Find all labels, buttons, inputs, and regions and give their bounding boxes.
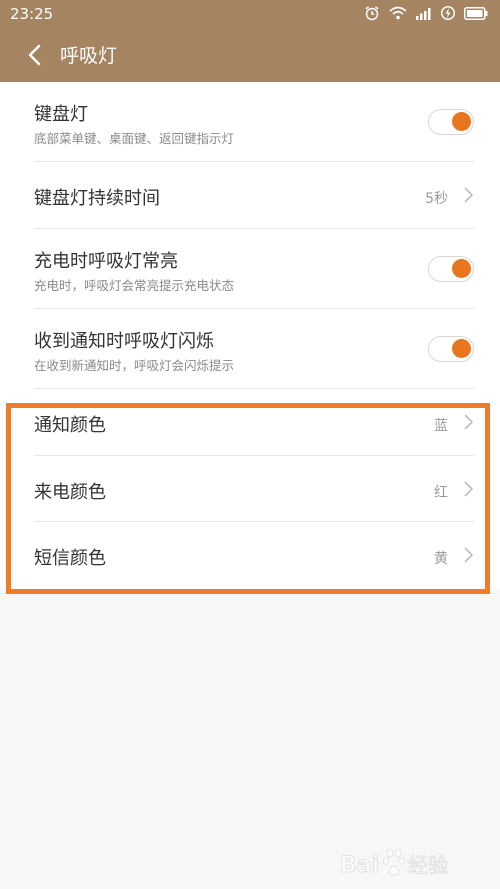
watermark-text: 经验: [408, 853, 448, 877]
app-header: 呼吸灯: [0, 28, 500, 82]
setting-title: 来电颜色: [34, 482, 106, 503]
chevron-right-icon: [462, 413, 474, 431]
chevron-right-icon: [462, 546, 474, 564]
setting-value: 5秒: [425, 191, 448, 207]
alarm-icon: [364, 5, 380, 21]
status-time: 23:25: [10, 5, 54, 23]
setting-value: 黄: [434, 551, 448, 567]
setting-keyboard-light-duration[interactable]: 键盘灯持续时间 5秒: [0, 162, 500, 229]
setting-value: 红: [434, 485, 448, 501]
chevron-right-icon: [462, 480, 474, 498]
wifi-icon: [389, 6, 407, 20]
signal-icon: [416, 6, 432, 20]
setting-charging-light[interactable]: 充电时呼吸灯常亮 充电时，呼吸灯会常亮提示充电状态: [0, 229, 500, 309]
setting-value: 蓝: [434, 418, 448, 434]
battery-icon: [464, 6, 488, 20]
setting-keyboard-light[interactable]: 键盘灯 底部菜单键、桌面键、返回键指示灯: [0, 82, 500, 162]
settings-list: 键盘灯 底部菜单键、桌面键、返回键指示灯 键盘灯持续时间 5秒 充电时呼吸灯常亮…: [0, 82, 500, 589]
setting-title: 短信颜色: [34, 548, 106, 569]
svg-text:Bai: Bai: [340, 853, 379, 878]
toggle-knob: [452, 259, 471, 278]
battery-charging-icon: [441, 5, 455, 21]
setting-title: 充电时呼吸灯常亮: [34, 251, 178, 272]
baidu-watermark: Bai 经验: [340, 845, 480, 881]
toggle-knob: [452, 339, 471, 358]
setting-subtitle: 在收到新通知时，呼吸灯会闪烁提示: [34, 358, 235, 373]
setting-title: 收到通知时呼吸灯闪烁: [34, 331, 214, 352]
status-bar: 23:25: [0, 0, 500, 28]
chevron-right-icon: [462, 186, 474, 204]
setting-notification-color[interactable]: 通知颜色 蓝: [0, 389, 500, 456]
page-title: 呼吸灯: [60, 45, 118, 67]
setting-title: 键盘灯: [34, 104, 88, 125]
toggle-knob: [452, 112, 471, 131]
keyboard-light-toggle[interactable]: [428, 109, 474, 135]
status-icons: [364, 5, 488, 21]
setting-title: 通知颜色: [34, 415, 106, 436]
setting-subtitle: 底部菜单键、桌面键、返回键指示灯: [34, 131, 235, 146]
setting-call-color[interactable]: 来电颜色 红: [0, 456, 500, 522]
setting-notification-light[interactable]: 收到通知时呼吸灯闪烁 在收到新通知时，呼吸灯会闪烁提示: [0, 309, 500, 389]
setting-sms-color[interactable]: 短信颜色 黄: [0, 522, 500, 589]
setting-title: 键盘灯持续时间: [34, 188, 160, 209]
notification-light-toggle[interactable]: [428, 336, 474, 362]
charging-light-toggle[interactable]: [428, 256, 474, 282]
setting-subtitle: 充电时，呼吸灯会常亮提示充电状态: [34, 278, 235, 293]
chevron-left-icon[interactable]: [24, 43, 46, 67]
